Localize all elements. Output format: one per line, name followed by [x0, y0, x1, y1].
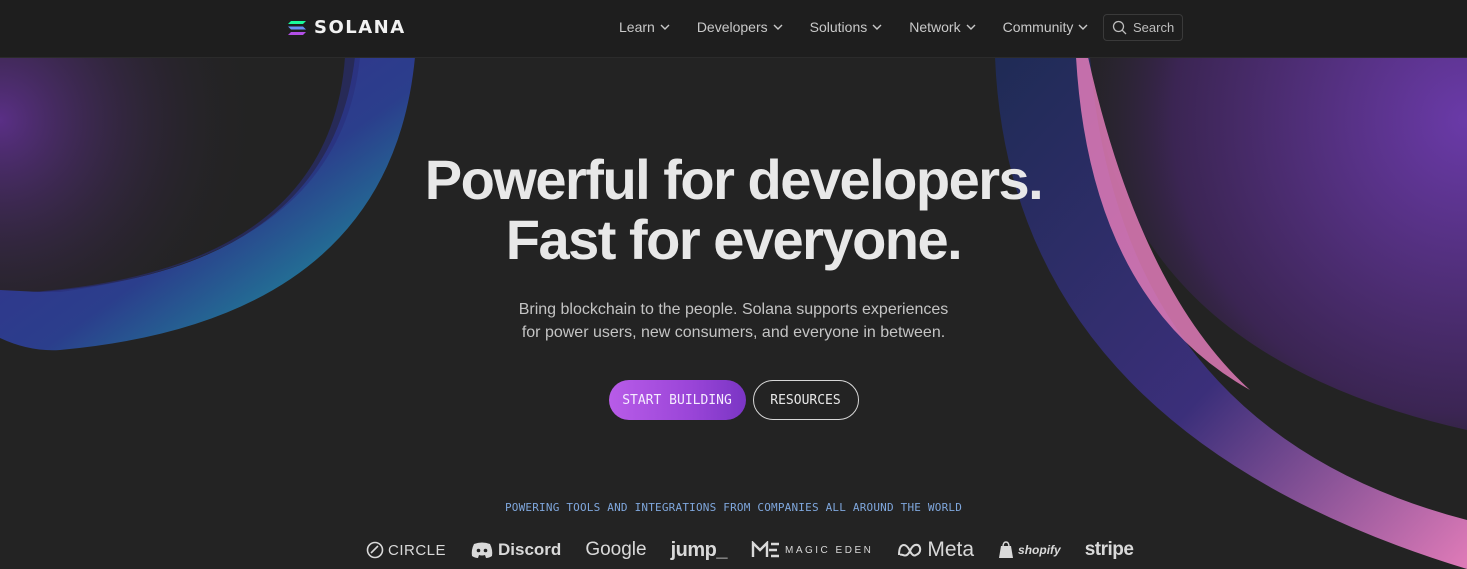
search-icon	[1112, 20, 1127, 35]
nav-label: Solutions	[809, 19, 868, 35]
partner-discord: Discord	[470, 540, 561, 560]
start-building-button[interactable]: START BUILDING	[608, 380, 746, 420]
chevron-down-icon	[660, 24, 670, 30]
nav-label: Learn	[619, 19, 655, 35]
partner-stripe: stripe	[1085, 539, 1134, 561]
partner-jump: jump_	[670, 538, 728, 562]
resources-button[interactable]: RESOURCES	[752, 380, 859, 420]
partner-magic-eden: MAGIC EDEN	[751, 541, 873, 559]
partner-circle-name: CIRCLE	[388, 541, 447, 559]
partner-magic-eden-name: MAGIC EDEN	[785, 544, 874, 556]
search-label: Search	[1133, 20, 1175, 35]
solana-logo-icon	[288, 20, 306, 35]
chevron-down-icon	[773, 24, 783, 30]
nav-label: Developers	[696, 19, 768, 35]
hero-headline-line-1: Powerful for developers.	[424, 148, 1044, 211]
partner-meta-name: Meta	[927, 538, 975, 561]
nav-item-network[interactable]: Network	[909, 19, 976, 35]
top-navigation-bar: SOLANA Learn Developers Solutions Networ…	[0, 0, 1467, 58]
shopify-bag-icon	[999, 541, 1014, 558]
hero-buttons: START BUILDING RESOURCES	[0, 380, 1467, 420]
partner-stripe-name: stripe	[1084, 539, 1134, 560]
partner-shopify-name: shopify	[1018, 543, 1061, 557]
partner-logos: CIRCLE Discord Google jump_ MAGIC EDEN M…	[366, 536, 1134, 564]
chevron-down-icon	[1078, 24, 1088, 30]
chevron-down-icon	[966, 24, 976, 30]
magic-eden-logo-icon	[751, 541, 779, 558]
main-nav: Learn Developers Solutions Network Commu…	[619, 19, 1089, 35]
meta-logo-icon	[898, 543, 922, 557]
logo-text: SOLANA	[314, 17, 406, 38]
circle-logo-icon	[366, 541, 384, 559]
hero-subtext: Bring blockchain to the people. Solana s…	[0, 298, 1467, 344]
partner-meta: Meta	[897, 538, 974, 562]
partner-shopify: shopify	[998, 541, 1061, 559]
nav-label: Community	[1002, 19, 1074, 35]
solana-logo[interactable]: SOLANA	[288, 17, 406, 38]
hero-section: Powerful for developers. Fast for everyo…	[0, 150, 1467, 344]
partner-discord-name: Discord	[498, 540, 562, 559]
partner-google: Google	[585, 539, 646, 561]
chevron-down-icon	[872, 24, 882, 30]
hero-headline-line-2: Fast for everyone.	[505, 208, 963, 271]
partner-circle: CIRCLE	[366, 541, 446, 559]
hero-subtext-line-1: Bring blockchain to the people. Solana s…	[518, 301, 949, 318]
partner-jump-name: jump_	[670, 538, 728, 561]
hero-subtext-line-2: for power users, new consumers, and ever…	[521, 324, 946, 341]
nav-item-community[interactable]: Community	[1003, 19, 1090, 35]
nav-item-solutions[interactable]: Solutions	[810, 19, 884, 35]
nav-label: Network	[909, 19, 961, 35]
nav-item-learn[interactable]: Learn	[619, 19, 671, 35]
partners-caption: POWERING TOOLS AND INTEGRATIONS FROM COM…	[504, 501, 963, 514]
discord-logo-icon	[471, 542, 493, 558]
nav-item-developers[interactable]: Developers	[697, 19, 784, 35]
partner-google-name: Google	[585, 539, 647, 560]
search-button[interactable]: Search	[1103, 14, 1183, 41]
